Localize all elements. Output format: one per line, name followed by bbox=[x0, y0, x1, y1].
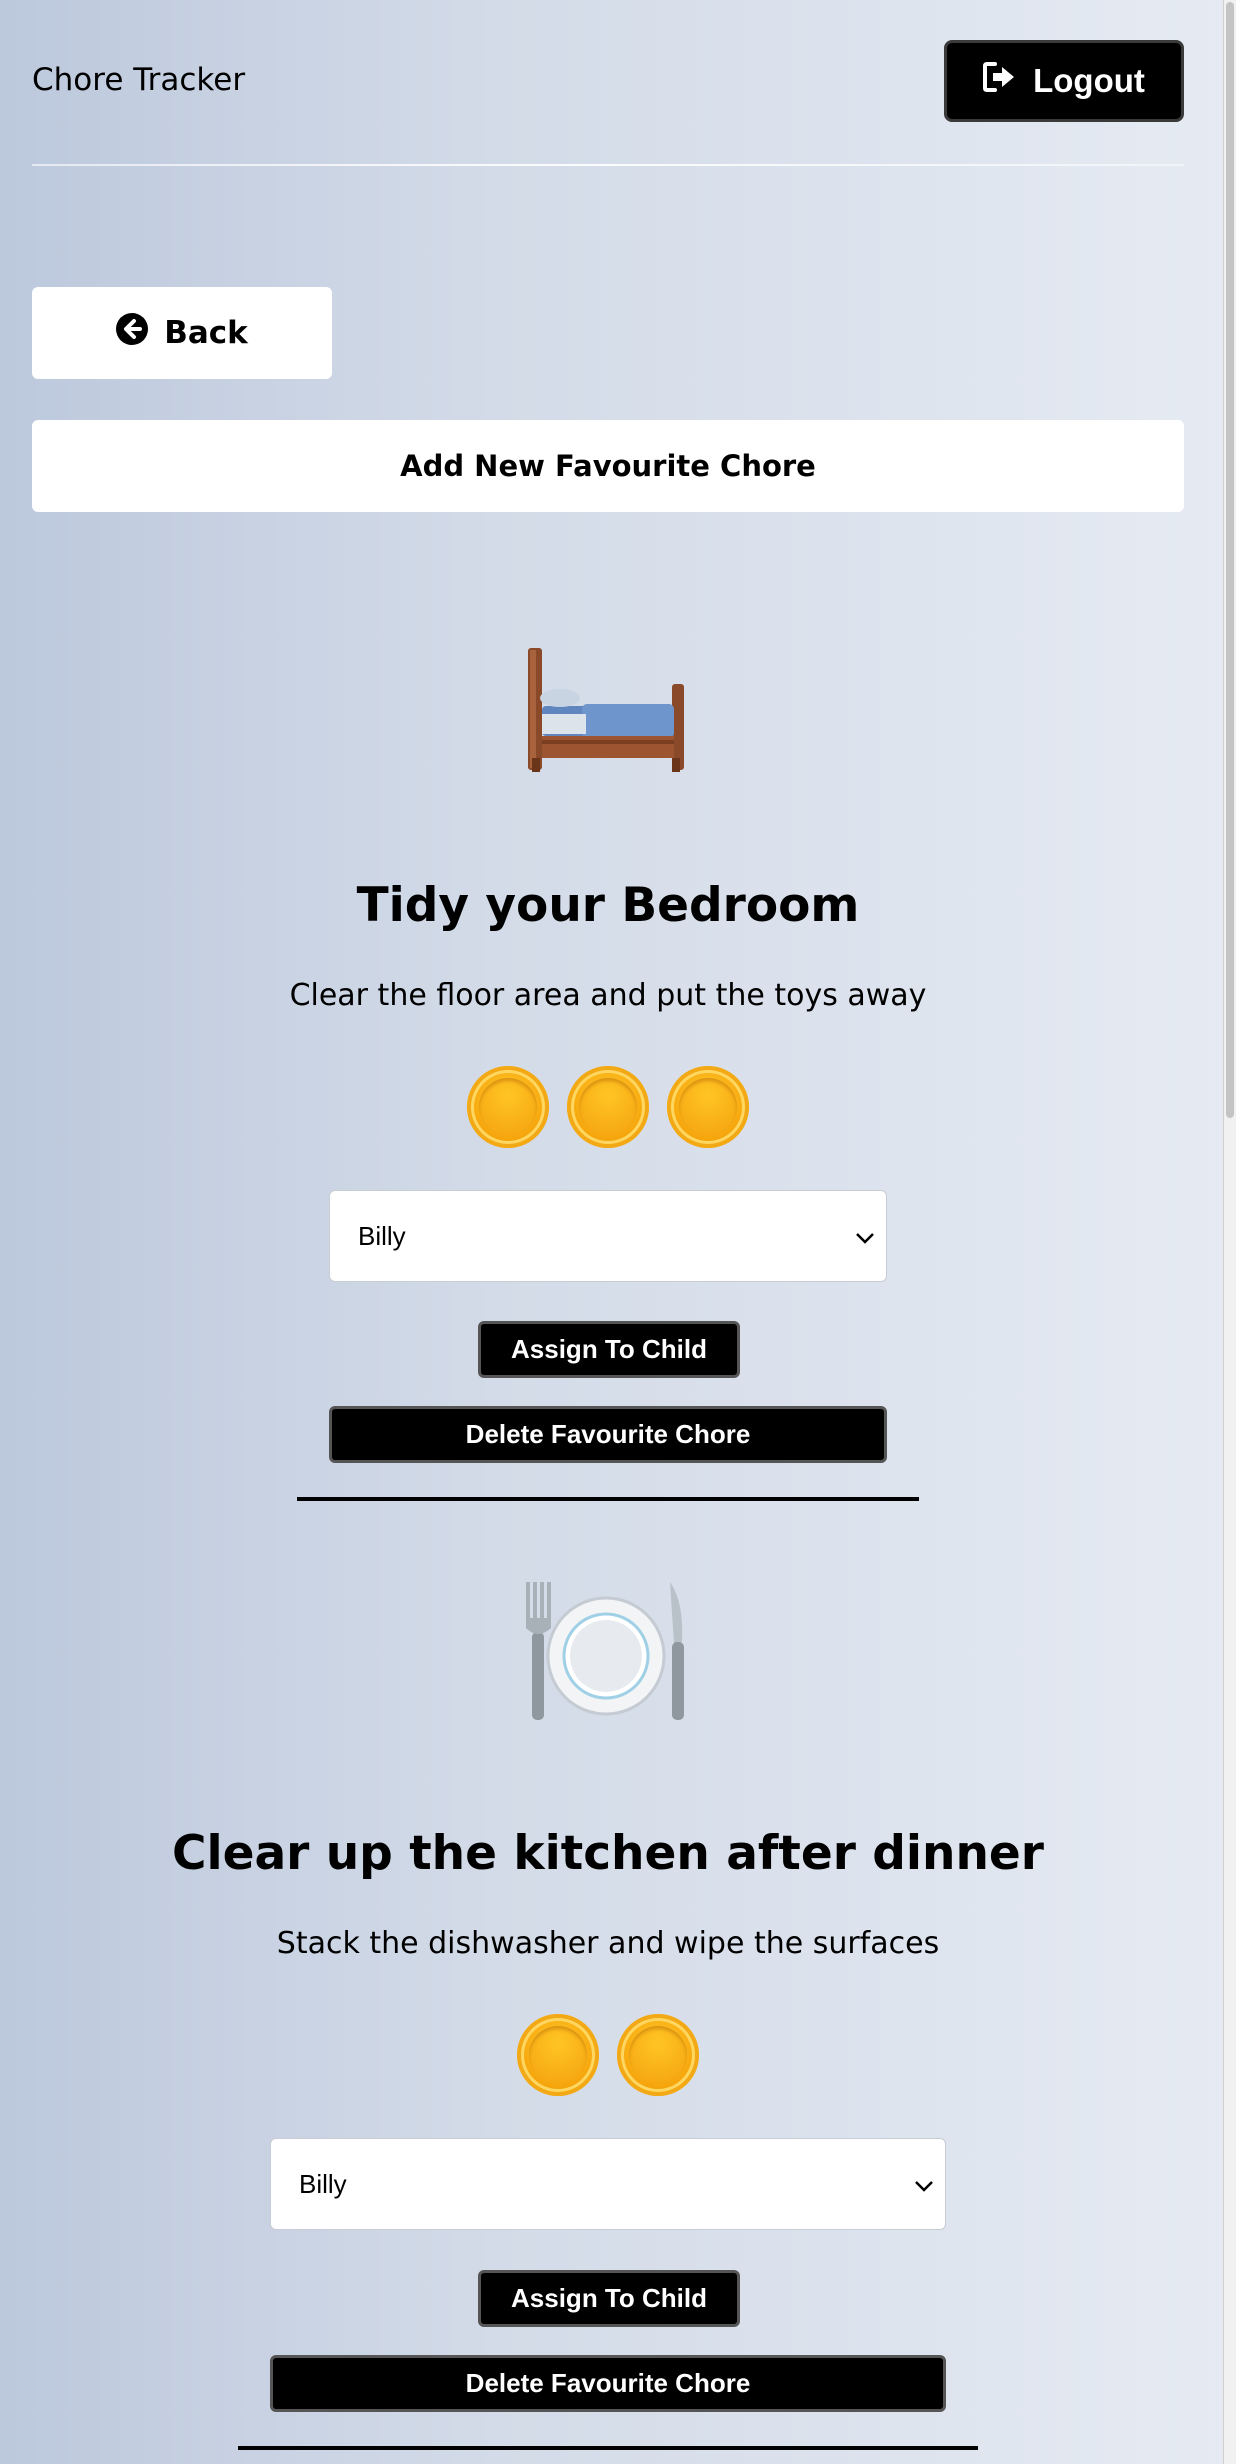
chore-description: Stack the dishwasher and wipe the surfac… bbox=[276, 1926, 940, 1961]
plate-cutlery-icon bbox=[522, 1582, 690, 1722]
favourite-chore-card: Clear up the kitchen after dinner Stack … bbox=[0, 0, 1224, 2464]
chore-divider bbox=[238, 2446, 978, 2450]
assign-to-child-button[interactable]: Assign To Child bbox=[478, 2270, 740, 2327]
coin-icon bbox=[517, 2014, 599, 2096]
coin-icon bbox=[617, 2014, 699, 2096]
delete-favourite-chore-button[interactable]: Delete Favourite Chore bbox=[270, 2355, 946, 2412]
child-select[interactable]: Billy bbox=[270, 2138, 946, 2230]
chevron-down-icon bbox=[913, 2173, 935, 2195]
page-scrollbar[interactable] bbox=[1223, 0, 1236, 2464]
scrollbar-thumb[interactable] bbox=[1226, 2, 1234, 1118]
chore-title: Clear up the kitchen after dinner bbox=[171, 1826, 1044, 1881]
coin-rating bbox=[0, 2014, 1216, 2096]
child-select-value: Billy bbox=[299, 2168, 347, 2199]
